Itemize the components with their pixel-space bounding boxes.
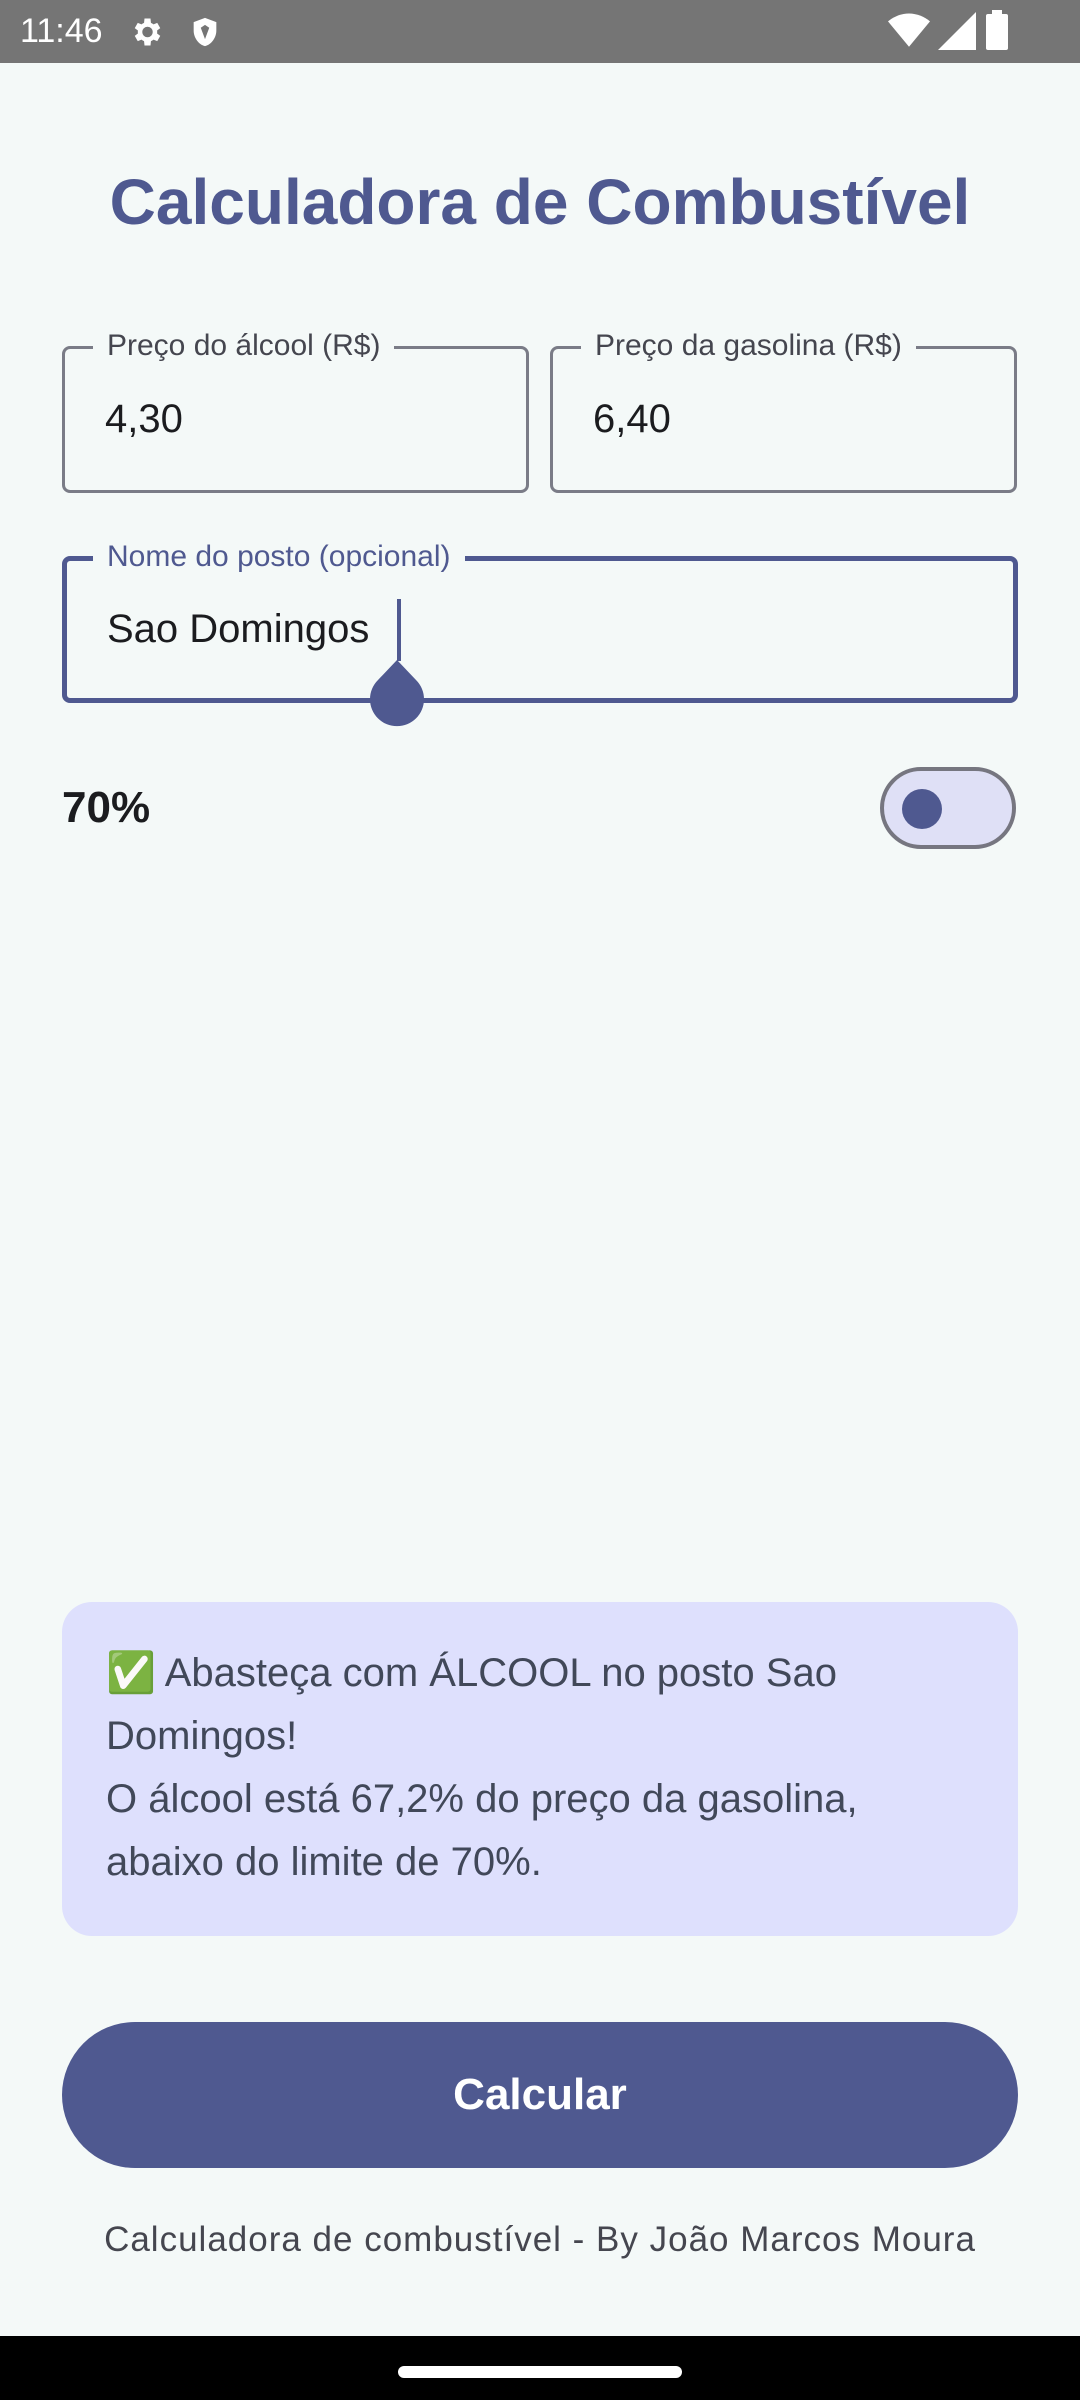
page-title: Calculadora de Combustível bbox=[109, 166, 971, 238]
gasoline-price-field[interactable]: Preço da gasolina (R$) 6,40 bbox=[550, 329, 1017, 493]
threshold-switch[interactable] bbox=[880, 767, 1016, 849]
shield-icon bbox=[188, 14, 222, 55]
cursor-handle[interactable] bbox=[370, 660, 424, 727]
footer-credits: Calculadora de combustível - By João Mar… bbox=[104, 2220, 976, 2259]
calculate-button[interactable]: Calcular bbox=[62, 2022, 1018, 2168]
alcohol-price-label: Preço do álcool (R$) bbox=[93, 329, 395, 363]
alcohol-price-value: 4,30 bbox=[105, 397, 183, 441]
home-gesture-handle[interactable] bbox=[398, 2366, 682, 2378]
result-line: ✅ Abasteça com ÁLCOOL no posto Sao bbox=[106, 1651, 837, 1695]
navigation-bar bbox=[0, 2336, 1080, 2400]
switch-thumb bbox=[902, 789, 942, 829]
result-card: ✅ Abasteça com ÁLCOOL no posto Sao Domin… bbox=[62, 1602, 1018, 1936]
gasoline-price-value: 6,40 bbox=[593, 397, 671, 441]
result-line: O álcool está 67,2% do preço da gasolina… bbox=[106, 1777, 858, 1821]
gasoline-price-label: Preço da gasolina (R$) bbox=[581, 329, 916, 363]
station-name-label: Nome do posto (opcional) bbox=[93, 540, 465, 574]
status-time: 11:46 bbox=[20, 12, 103, 50]
station-name-value: Sao Domingos bbox=[107, 607, 370, 651]
wifi-icon bbox=[888, 12, 930, 55]
station-name-field[interactable]: Nome do posto (opcional) Sao Domingos bbox=[62, 540, 1018, 703]
result-line: Domingos! bbox=[106, 1714, 298, 1758]
battery-icon bbox=[986, 10, 1008, 55]
text-cursor bbox=[397, 599, 401, 661]
signal-icon bbox=[938, 12, 976, 55]
gear-icon bbox=[128, 14, 164, 55]
threshold-label: 70% bbox=[62, 783, 151, 832]
status-bar: 11:46 bbox=[0, 0, 1080, 63]
result-line: abaixo do limite de 70%. bbox=[106, 1840, 542, 1884]
alcohol-price-field[interactable]: Preço do álcool (R$) 4,30 bbox=[62, 329, 529, 493]
